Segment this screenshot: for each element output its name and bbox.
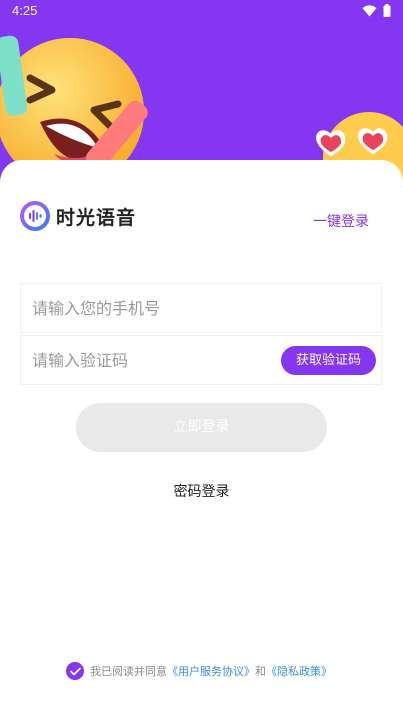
status-bar: 4:25 (0, 0, 403, 24)
code-field: 获取验证码 (20, 335, 382, 385)
user-agreement-link[interactable]: 《用户服务协议》 (167, 663, 255, 679)
password-login-link: 密码登录 (0, 481, 403, 501)
status-icons (362, 4, 391, 17)
login-screen: 4:25 时光语音 一键登录 请输入您的手机号 请输入验证码 获取验证码 立即登… (0, 0, 403, 717)
battery-icon (383, 4, 391, 17)
brand: 时光语音 (20, 201, 136, 231)
one-key-login-link[interactable]: 一键登录 (313, 211, 369, 231)
get-code-button[interactable]: 获取验证码 (281, 346, 376, 375)
privacy-policy-link[interactable]: 《隐私政策》 (266, 663, 332, 679)
login-card: 时光语音 一键登录 获取验证码 立即登录 密码登录 我已阅读并同意 《用户服务协… (0, 160, 403, 717)
login-button[interactable]: 立即登录 (76, 403, 327, 452)
phone-input[interactable] (21, 284, 381, 332)
phone-field (20, 283, 382, 333)
agreement-prefix: 我已阅读并同意 (90, 665, 167, 678)
voice-wave-logo (20, 201, 50, 231)
checkmark-icon (69, 667, 81, 675)
brand-name: 时光语音 (56, 206, 137, 229)
status-time: 4:25 (12, 3, 38, 18)
agreement-row: 我已阅读并同意 《用户服务协议》 和 《隐私政策》 (66, 662, 332, 680)
agreement-checkbox[interactable] (66, 662, 84, 680)
wifi-icon (362, 4, 377, 16)
password-login-label[interactable]: 密码登录 (174, 484, 230, 500)
agreement-and: 和 (255, 665, 266, 678)
